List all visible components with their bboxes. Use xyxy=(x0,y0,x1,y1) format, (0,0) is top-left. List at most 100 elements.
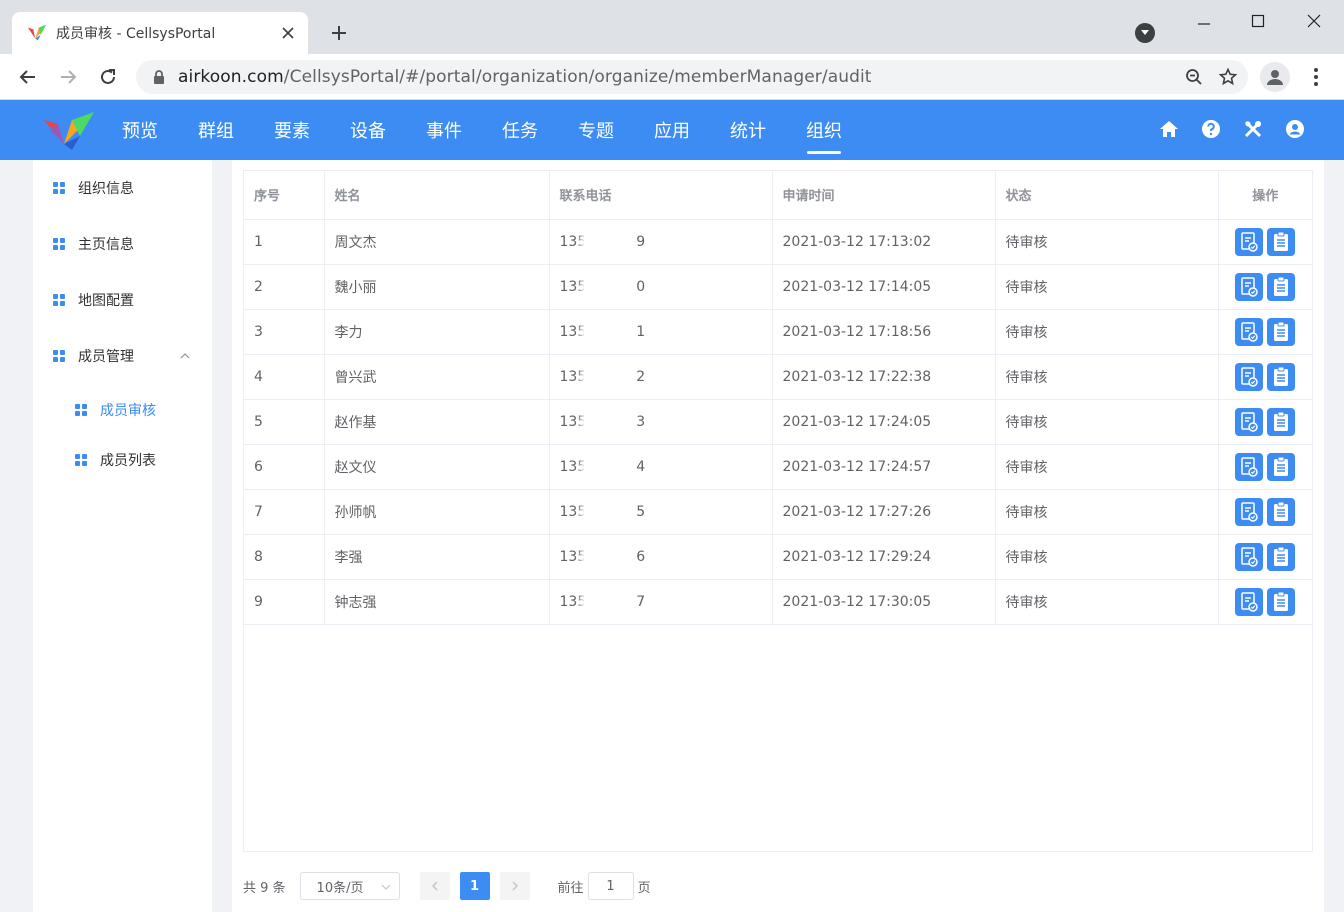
app-logo-icon[interactable] xyxy=(42,110,96,152)
phone-redaction xyxy=(584,322,639,341)
page-1-button[interactable]: 1 xyxy=(459,872,490,900)
bookmark-star-icon[interactable] xyxy=(1214,63,1242,91)
cell-time: 2021-03-12 17:24:57 xyxy=(772,444,996,490)
cell-phone: 135 9 xyxy=(549,219,773,265)
url-host: airkoon.com xyxy=(178,67,284,87)
details-button[interactable] xyxy=(1267,497,1296,526)
grid-icon xyxy=(53,238,65,250)
nav-groups[interactable]: 群组 xyxy=(178,100,254,160)
phone-prefix: 135 xyxy=(559,278,587,295)
back-icon[interactable] xyxy=(14,63,42,91)
cell-status: 待审核 xyxy=(995,399,1219,445)
review-button[interactable] xyxy=(1235,542,1264,571)
table-header-row: 序号 姓名 联系电话 申请时间 状态 操作 xyxy=(244,171,1312,220)
details-button[interactable] xyxy=(1267,317,1296,346)
details-button[interactable] xyxy=(1267,452,1296,481)
nav-organization[interactable]: 组织 xyxy=(786,100,862,160)
cell-status: 待审核 xyxy=(995,264,1219,310)
tab-search-icon[interactable] xyxy=(1135,23,1155,43)
phone-suffix: 2 xyxy=(636,368,646,385)
help-icon[interactable] xyxy=(1200,118,1222,140)
details-button[interactable] xyxy=(1267,362,1296,391)
sidebar-item-home-info[interactable]: 主页信息 xyxy=(33,222,212,266)
table-row: 4 曾兴武 135 2 2021-03-12 17:22:38 待审核 xyxy=(244,354,1312,400)
clipboard-icon xyxy=(1274,546,1289,566)
home-icon[interactable] xyxy=(1158,118,1180,140)
new-tab-icon[interactable] xyxy=(326,20,352,46)
cell-name: 李强 xyxy=(324,534,550,580)
clipboard-icon xyxy=(1274,456,1289,476)
details-button[interactable] xyxy=(1267,272,1296,301)
cell-time: 2021-03-12 17:13:02 xyxy=(772,219,996,265)
sidebar-item-label: 地图配置 xyxy=(78,293,134,309)
phone-number: 135 5 xyxy=(559,502,645,521)
nav-apps[interactable]: 应用 xyxy=(634,100,710,160)
reload-icon[interactable] xyxy=(94,63,122,91)
profile-avatar-icon[interactable] xyxy=(1260,62,1290,92)
phone-number: 135 0 xyxy=(559,277,646,296)
nav-features[interactable]: 要素 xyxy=(254,100,330,160)
review-button[interactable] xyxy=(1235,272,1264,301)
browser-menu-icon[interactable] xyxy=(1304,62,1328,92)
prev-page-button[interactable] xyxy=(419,872,450,900)
details-button[interactable] xyxy=(1267,227,1296,256)
tab-close-icon[interactable] xyxy=(278,23,298,43)
page-scrollbar[interactable] xyxy=(1324,160,1344,912)
sidebar-item-member-audit[interactable]: 成员审核 xyxy=(33,388,212,432)
cell-time: 2021-03-12 17:22:38 xyxy=(772,354,996,400)
page-size-value: 10条/页 xyxy=(316,880,364,896)
nav-events[interactable]: 事件 xyxy=(406,100,482,160)
review-button[interactable] xyxy=(1235,497,1264,526)
review-document-icon xyxy=(1241,231,1258,252)
tools-icon[interactable] xyxy=(1242,118,1264,140)
nav-statistics[interactable]: 统计 xyxy=(710,100,786,160)
review-document-icon xyxy=(1241,366,1258,387)
maximize-window-icon[interactable] xyxy=(1240,8,1276,34)
sidebar-item-org-info[interactable]: 组织信息 xyxy=(33,166,212,210)
cell-actions xyxy=(1218,579,1312,625)
sidebar-item-map-config[interactable]: 地图配置 xyxy=(33,278,212,322)
nav-preview[interactable]: 预览 xyxy=(102,100,178,160)
cell-time: 2021-03-12 17:30:05 xyxy=(772,579,996,625)
cell-time: 2021-03-12 17:18:56 xyxy=(772,309,996,355)
address-bar[interactable]: airkoon.com/CellsysPortal/#/portal/organ… xyxy=(136,60,1248,94)
minimize-window-icon[interactable] xyxy=(1186,8,1222,34)
page-size-select[interactable]: 10条/页 xyxy=(299,872,400,900)
phone-prefix: 135 xyxy=(559,503,587,520)
review-button[interactable] xyxy=(1235,362,1264,391)
details-button[interactable] xyxy=(1267,542,1296,571)
close-window-icon[interactable] xyxy=(1296,8,1332,34)
table: 序号 姓名 联系电话 申请时间 状态 操作 1 周文杰 135 9 2021-03… xyxy=(244,171,1312,625)
browser-tabstrip: 成员审核 - CellsysPortal xyxy=(0,0,1344,54)
phone-suffix: 0 xyxy=(636,278,646,295)
nav-devices[interactable]: 设备 xyxy=(330,100,406,160)
nav-topics[interactable]: 专题 xyxy=(558,100,634,160)
nav-tasks[interactable]: 任务 xyxy=(482,100,558,160)
review-button[interactable] xyxy=(1235,227,1264,256)
browser-tab[interactable]: 成员审核 - CellsysPortal xyxy=(12,12,308,54)
sidebar-item-member-list[interactable]: 成员列表 xyxy=(33,438,212,482)
next-page-button[interactable] xyxy=(499,872,530,900)
cell-no: 1 xyxy=(244,219,325,265)
review-button[interactable] xyxy=(1235,407,1264,436)
user-icon[interactable] xyxy=(1284,118,1306,140)
review-button[interactable] xyxy=(1235,587,1264,616)
table-row: 6 赵文仪 135 4 2021-03-12 17:24:57 待审核 xyxy=(244,444,1312,490)
details-button[interactable] xyxy=(1267,587,1296,616)
cell-time: 2021-03-12 17:14:05 xyxy=(772,264,996,310)
phone-number: 135 9 xyxy=(560,232,645,251)
forward-icon[interactable] xyxy=(54,63,82,91)
goto-page-input[interactable] xyxy=(587,872,634,900)
sidebar-item-member-management[interactable]: 成员管理 xyxy=(33,334,212,378)
review-button[interactable] xyxy=(1235,452,1264,481)
column-header-status: 状态 xyxy=(995,171,1219,220)
phone-prefix: 135 xyxy=(559,548,587,565)
page-unit-label: 页 xyxy=(637,880,651,896)
app-header: 预览 群组 要素 设备 事件 任务 专题 应用 统计 组织 xyxy=(0,100,1344,160)
app-favicon-icon xyxy=(27,24,47,41)
review-document-icon xyxy=(1241,276,1258,297)
review-button[interactable] xyxy=(1235,317,1264,346)
details-button[interactable] xyxy=(1267,407,1296,436)
zoom-icon[interactable] xyxy=(1180,63,1208,91)
cell-status: 待审核 xyxy=(995,309,1219,355)
